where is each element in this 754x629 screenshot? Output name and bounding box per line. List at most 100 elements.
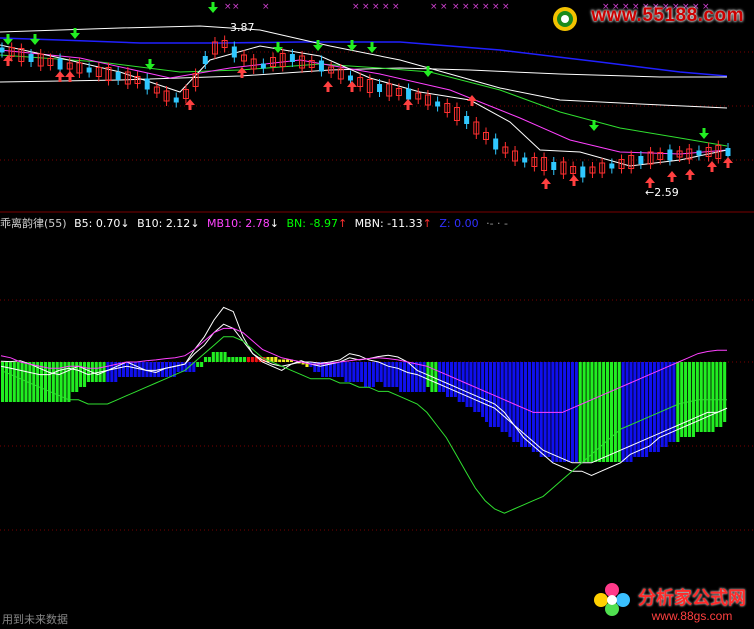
- indicator-bar: [617, 362, 621, 462]
- arrow-shaft: [6, 61, 10, 66]
- indicator-bar: [313, 362, 317, 372]
- indicator-bar: [207, 357, 211, 362]
- arrow-head: [208, 7, 218, 13]
- candle-body: [464, 116, 470, 124]
- buy-arrow-icon: [403, 99, 413, 110]
- indicator-bar: [106, 362, 110, 382]
- indicator-bar: [547, 362, 551, 457]
- indicator-bar: [352, 362, 356, 382]
- indicator-bar: [672, 362, 676, 442]
- candle-body: [28, 54, 34, 62]
- arrow-head: [403, 99, 413, 105]
- indicator-bar: [375, 362, 379, 382]
- arrow-shaft: [68, 77, 72, 82]
- indicator-bar: [200, 362, 204, 367]
- indicator-bar: [168, 362, 172, 377]
- indicator-bar: [687, 362, 692, 437]
- indicator-bar: [227, 357, 231, 362]
- indicator-bar: [278, 359, 282, 362]
- arrow-shaft: [592, 120, 596, 125]
- arrow-head: [589, 125, 599, 131]
- indicator-bar: [504, 362, 508, 432]
- arrow-shaft: [316, 40, 320, 45]
- indicator-bar: [125, 362, 130, 377]
- buy-arrow-icon: [185, 99, 195, 110]
- legend-z: Z: 0.00: [439, 217, 479, 230]
- indicator-bar: [94, 362, 98, 382]
- legend-b10: B10: 2.12↓: [137, 217, 200, 230]
- indicator-bar: [691, 362, 695, 437]
- buy-arrow-icon: [541, 178, 551, 189]
- sell-arrow-icon: [30, 34, 40, 45]
- indicator-bar: [434, 362, 438, 392]
- marker-x: ×: [362, 2, 370, 12]
- indicator-bar: [574, 362, 578, 462]
- indicator-bar: [403, 362, 407, 392]
- indicator-bar: [364, 362, 368, 387]
- arrow-shaft: [188, 105, 192, 110]
- arrow-down-icon: ↓: [269, 217, 279, 230]
- indicator-bar: [348, 362, 352, 382]
- indicator-bar: [570, 362, 574, 462]
- indicator-bar: [12, 362, 16, 402]
- buy-arrow-icon: [667, 171, 677, 182]
- indicator-bar: [586, 362, 590, 462]
- indicator-bar: [395, 362, 399, 387]
- indicator-bar: [535, 362, 539, 452]
- marker-x: ×: [372, 2, 380, 12]
- arrow-down-icon: ↓: [120, 217, 130, 230]
- indicator-bar: [32, 362, 36, 402]
- indicator-bar: [613, 362, 617, 462]
- indicator-bar: [496, 362, 500, 427]
- arrow-shaft: [406, 105, 410, 110]
- indicator-bar: [336, 362, 340, 377]
- indicator-bar: [149, 362, 153, 377]
- high-price-label: 3.87: [230, 21, 255, 34]
- candle-body: [115, 72, 121, 80]
- buy-arrow-icon: [707, 161, 717, 172]
- arrow-shaft: [572, 181, 576, 186]
- indicator-bar: [16, 362, 20, 402]
- indicator-bar: [641, 362, 645, 457]
- indicator-bar: [235, 357, 239, 362]
- arrow-shaft: [73, 28, 77, 33]
- indicator-bar: [63, 362, 67, 402]
- arrow-shaft: [350, 87, 354, 92]
- indicator-bar: [633, 362, 637, 457]
- candle-body: [725, 148, 731, 156]
- arrow-head: [347, 81, 357, 87]
- candle-body: [551, 162, 557, 170]
- stock-chart-canvas: × × × × × × × × × × × × × × × × × × × × × × × × × × ×: [0, 2, 754, 531]
- indicator-bar: [648, 362, 653, 452]
- indicator-bar: [508, 362, 512, 437]
- indicator-legend: 乖离韵律(55) B5: 0.70↓ B10: 2.12↓ MB10: 2.78…: [0, 215, 512, 231]
- ma-line-magenta: [0, 49, 728, 155]
- indicator-bar: [231, 357, 235, 362]
- arrow-shaft: [33, 34, 37, 39]
- site-watermark-bottom: 分析家公式网 www.88gs.com: [594, 583, 746, 623]
- arrow-shaft: [702, 128, 706, 133]
- site-watermark-top: www.55188.com: [591, 5, 744, 26]
- arrow-head: [467, 95, 477, 101]
- legend-bn: BN: -8.97↑: [286, 217, 348, 230]
- watermark-title: 分析家公式网: [638, 588, 746, 609]
- indicator-bar: [680, 362, 684, 437]
- arrow-head: [65, 71, 75, 77]
- candle-body: [580, 166, 586, 178]
- arrow-shaft: [326, 87, 330, 92]
- indicator-bar: [606, 362, 610, 462]
- indicator-bar: [723, 362, 727, 422]
- arrow-shaft: [6, 34, 10, 39]
- indicator-name: 乖离韵律(55): [0, 217, 67, 230]
- candle-body: [377, 84, 383, 92]
- indicator-bar: [215, 352, 219, 362]
- candle-body: [260, 63, 266, 69]
- candle-body: [609, 163, 615, 169]
- indicator-bar: [243, 357, 247, 362]
- legend-mbn: MBN: -11.33↑: [354, 217, 432, 230]
- sell-arrow-icon: [273, 42, 283, 53]
- arrow-head: [541, 178, 551, 184]
- arrow-head: [569, 175, 579, 181]
- candle-body: [347, 75, 353, 81]
- candle-body: [406, 88, 412, 100]
